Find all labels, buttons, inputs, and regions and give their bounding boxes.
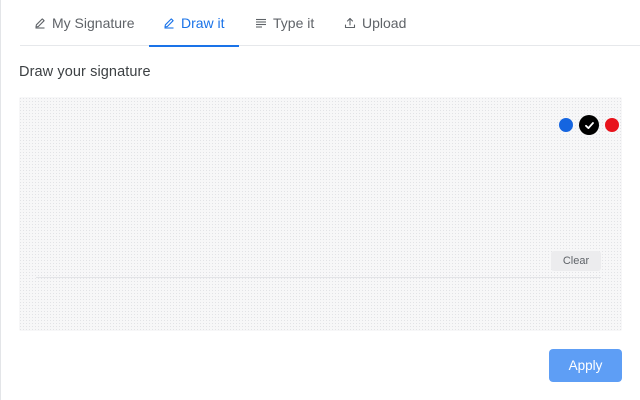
tab-upload[interactable]: Upload	[330, 0, 420, 46]
tab-label: Upload	[362, 15, 407, 31]
tab-type-it[interactable]: Type it	[241, 0, 328, 46]
draw-signature-heading: Draw your signature	[19, 64, 151, 80]
pen-icon	[164, 18, 174, 29]
signature-baseline	[36, 277, 601, 278]
checkmark-icon	[584, 121, 594, 129]
upload-icon	[344, 17, 356, 29]
color-swatch-red[interactable]	[605, 118, 619, 132]
apply-button[interactable]: Apply	[549, 349, 622, 382]
tab-label: My Signature	[52, 15, 135, 31]
tab-label: Type it	[273, 15, 315, 31]
text-lines-icon	[256, 18, 266, 28]
panel-left-border	[0, 0, 1, 400]
color-swatch-blue[interactable]	[559, 118, 573, 132]
pen-color-picker	[559, 115, 619, 135]
tab-draw-it[interactable]: Draw it	[149, 0, 239, 47]
tab-my-signature[interactable]: My Signature	[20, 0, 148, 46]
tab-label: Draw it	[181, 15, 225, 31]
pen-icon	[35, 18, 45, 29]
color-swatch-black[interactable]	[579, 115, 599, 135]
clear-button[interactable]: Clear	[551, 251, 601, 271]
signature-tab-bar: My Signature Draw it Type it Upload	[20, 0, 640, 47]
signature-drawing-canvas[interactable]	[19, 97, 622, 331]
